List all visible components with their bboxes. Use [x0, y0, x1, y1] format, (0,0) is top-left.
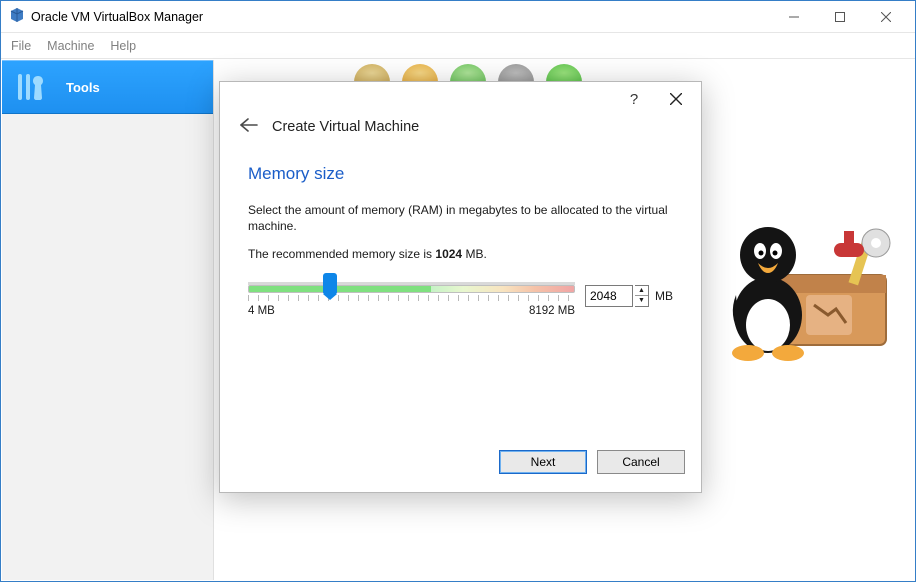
memory-slider[interactable]: [248, 275, 575, 303]
tools-icon: [14, 70, 52, 104]
spin-down-button[interactable]: ▼: [635, 296, 648, 306]
window-close-button[interactable]: [863, 2, 909, 32]
window-title: Oracle VM VirtualBox Manager: [31, 10, 771, 24]
window-titlebar: Oracle VM VirtualBox Manager: [1, 1, 915, 33]
slider-max-label: 8192 MB: [529, 305, 575, 317]
create-vm-dialog: ? Create Virtual Machine Memory size Sel…: [219, 81, 702, 493]
sidebar-item-label: Tools: [66, 80, 100, 95]
menubar: File Machine Help: [1, 33, 915, 59]
slider-min-label: 4 MB: [248, 305, 275, 317]
back-arrow-icon[interactable]: [240, 118, 258, 136]
tux-illustration: [716, 165, 896, 368]
toolbar-peek: [354, 64, 582, 82]
virtualbox-icon: [9, 7, 25, 26]
menu-machine[interactable]: Machine: [47, 39, 94, 53]
window-minimize-button[interactable]: [771, 2, 817, 32]
menu-help[interactable]: Help: [110, 39, 136, 53]
dialog-wizard-title: Create Virtual Machine: [272, 119, 419, 135]
sidebar: Tools: [2, 60, 214, 580]
memory-spinbox: ▲ ▼ MB: [585, 285, 673, 307]
slider-thumb-icon[interactable]: [323, 273, 337, 295]
memory-unit: MB: [655, 289, 673, 303]
dialog-description: Select the amount of memory (RAM) in meg…: [248, 202, 673, 234]
memory-input[interactable]: [585, 285, 633, 307]
dialog-close-button[interactable]: [655, 85, 697, 113]
cancel-button[interactable]: Cancel: [597, 450, 685, 474]
window-maximize-button[interactable]: [817, 2, 863, 32]
dialog-recommendation: The recommended memory size is 1024 MB.: [248, 246, 673, 262]
dialog-heading: Memory size: [248, 164, 673, 184]
sidebar-item-tools[interactable]: Tools: [2, 60, 213, 114]
next-button[interactable]: Next: [499, 450, 587, 474]
menu-file[interactable]: File: [11, 39, 31, 53]
spin-up-button[interactable]: ▲: [635, 286, 648, 297]
dialog-help-button[interactable]: ?: [613, 85, 655, 113]
